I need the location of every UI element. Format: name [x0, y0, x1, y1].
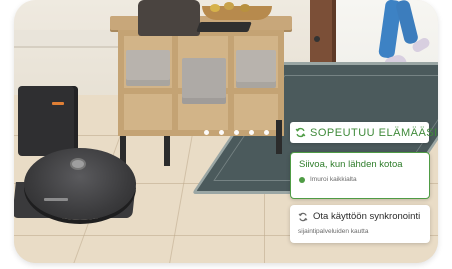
handbag — [138, 0, 200, 36]
carousel-dot[interactable] — [219, 130, 224, 135]
carousel-dot[interactable] — [234, 130, 239, 135]
carousel-dot[interactable] — [264, 130, 269, 135]
carousel-dot[interactable] — [204, 130, 209, 135]
window-sill — [14, 30, 134, 48]
feature-pill: SOPEUTUU ELÄMÄÄSI — [290, 122, 437, 143]
option-subtitle: Imuroi kaikkialta — [310, 176, 357, 183]
feature-pill-label: SOPEUTUU ELÄMÄÄSI — [310, 126, 438, 139]
option-card-sync[interactable]: Ota käyttöön synkronointi sijaintipalvel… — [290, 205, 430, 243]
door-handle — [314, 36, 320, 42]
robot-clean-button — [70, 158, 86, 170]
hero-image-card: SOPEUTUU ELÄMÄÄSI Siivoa, kun lähden kot… — [14, 0, 438, 263]
storage-basket — [182, 58, 226, 104]
option-title: Ota käyttöön synkronointi — [313, 211, 421, 222]
sync-icon — [298, 212, 308, 222]
tablet-device — [196, 22, 252, 32]
option-subtitle: sijaintipalveluiden kautta — [298, 228, 369, 235]
dock-indicator-light — [52, 102, 64, 105]
option-title: Siivoa, kun lähden kotoa — [299, 159, 403, 170]
clean-base-dock — [18, 86, 78, 156]
carousel-dots — [204, 130, 269, 135]
option-card-leave-home[interactable]: Siivoa, kun lähden kotoa Imuroi kaikkial… — [290, 152, 430, 199]
storage-basket — [236, 50, 276, 88]
storage-basket — [126, 50, 170, 86]
sync-icon — [295, 127, 306, 138]
robot-brand-mark — [44, 198, 68, 201]
green-dot-icon — [299, 176, 305, 183]
carousel-dot[interactable] — [249, 130, 254, 135]
